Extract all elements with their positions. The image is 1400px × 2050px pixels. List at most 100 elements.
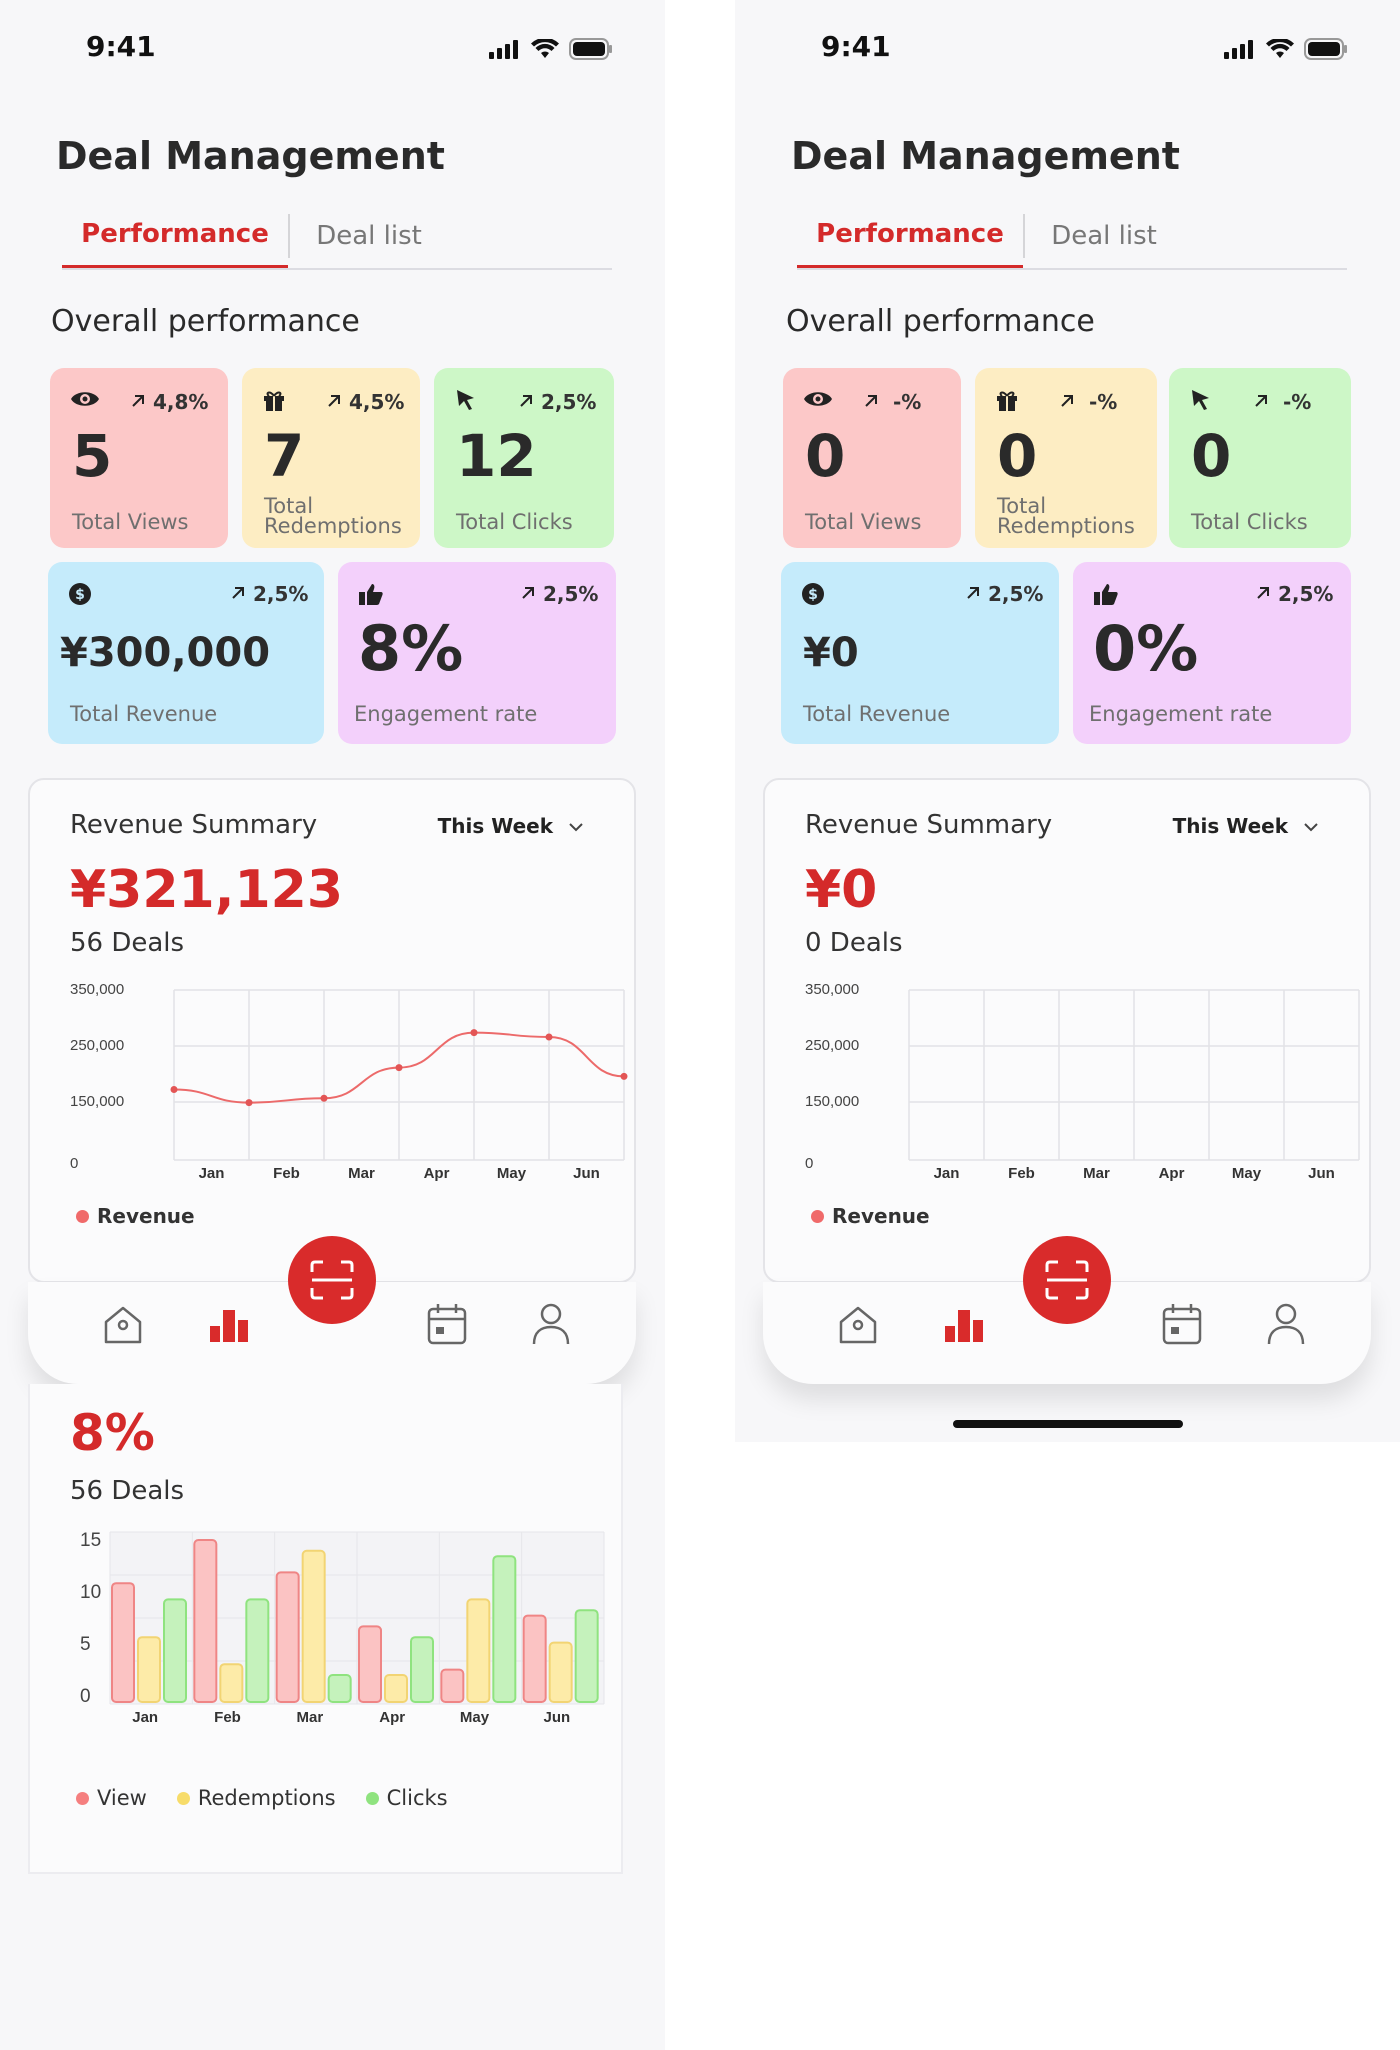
arrow-up-right-icon <box>522 587 534 599</box>
card-engagement-rate[interactable]: 2,5% 0% Engagement rate <box>1073 562 1351 744</box>
legend-dot-view <box>76 1791 89 1805</box>
revenue-summary-title: Revenue Summary <box>70 810 318 840</box>
x-tick-label: Apr <box>424 1165 450 1182</box>
period-label: This Week <box>437 814 554 838</box>
revenue-deals: 56 Deals <box>70 928 185 958</box>
views-value: 5 <box>72 422 113 490</box>
section-title: Overall performance <box>786 304 1095 339</box>
legend-label: Revenue <box>97 1204 195 1228</box>
card-total-clicks[interactable]: 2,5% 12 Total Clicks <box>434 368 614 548</box>
x-tick-label: Jun <box>1308 1165 1335 1182</box>
x-tick-label: May <box>1232 1165 1262 1182</box>
thumbs-up-icon <box>359 584 383 605</box>
tab-deal-list[interactable]: Deal list <box>1023 214 1183 258</box>
tab-deal-list[interactable]: Deal list <box>288 214 448 258</box>
redemptions-label: Total Redemptions <box>264 494 402 538</box>
thumbs-up-icon <box>1094 584 1118 605</box>
arrow-up-right-icon <box>132 395 144 407</box>
revenue-label: Total Revenue <box>70 702 218 726</box>
period-dropdown[interactable]: This Week <box>438 814 584 838</box>
scan-button[interactable] <box>1023 1236 1111 1324</box>
x-tick-label: Jan <box>199 1165 225 1182</box>
arrow-up-right-icon <box>328 395 340 407</box>
redemptions-bar <box>301 1549 326 1703</box>
status-bar: 9:41 <box>735 30 1400 70</box>
revenue-amount: ¥0 <box>805 860 878 920</box>
clicks-bar <box>574 1609 599 1703</box>
y-tick-label: 0 <box>80 1686 91 1707</box>
section-title: Overall performance <box>51 304 360 339</box>
chart-icon[interactable] <box>941 1300 989 1350</box>
battery-icon <box>569 38 612 60</box>
period-dropdown[interactable]: This Week <box>1173 814 1319 838</box>
redemptions-bar <box>466 1598 491 1703</box>
calendar-icon[interactable] <box>1159 1300 1205 1350</box>
clicks-label: Total Clicks <box>456 510 573 534</box>
card-engagement-rate[interactable]: 2,5% 8% Engagement rate <box>338 562 616 744</box>
engagement-section: 8% 56 Deals 15 10 5 0 Jan Feb Mar Apr May Jun Vie… <box>28 1384 623 1874</box>
tab-bar: Performance Deal list <box>797 212 1347 270</box>
card-total-revenue[interactable]: $ 2,5% ¥0 Total Revenue <box>781 562 1059 744</box>
phone-screen-1: 9:41 Deal Management Performance Deal li… <box>0 0 665 2050</box>
svg-text:$: $ <box>75 587 85 603</box>
status-time: 9:41 <box>821 30 891 63</box>
wifi-icon <box>1266 39 1294 58</box>
status-time: 9:41 <box>86 30 156 63</box>
revenue-summary-title: Revenue Summary <box>805 810 1053 840</box>
status-bar: 9:41 <box>0 30 665 70</box>
calendar-icon[interactable] <box>424 1300 470 1350</box>
clicks-pct: -% <box>1282 390 1312 414</box>
clicks-value: 0 <box>1191 422 1232 490</box>
arrow-up-right-icon <box>520 395 532 407</box>
revenue-point <box>170 1086 178 1093</box>
card-total-redemptions[interactable]: 4,5% 7 Total Redemptions <box>242 368 420 548</box>
scan-icon <box>1045 1260 1089 1300</box>
eye-icon <box>71 392 99 406</box>
card-total-revenue[interactable]: $ 2,5% ¥300,000 Total Revenue <box>48 562 324 744</box>
home-icon[interactable] <box>833 1300 883 1350</box>
arrow-up-right-icon <box>1255 395 1267 407</box>
gift-icon <box>264 391 284 411</box>
redemptions-bar <box>137 1636 161 1703</box>
y-tick-label: 150,000 <box>805 1093 859 1110</box>
card-total-views[interactable]: -% 0 Total Views <box>783 368 961 548</box>
home-icon[interactable] <box>98 1300 148 1350</box>
x-tick-label: Mar <box>296 1709 323 1726</box>
card-total-redemptions[interactable]: -% 0 Total Redemptions <box>975 368 1157 548</box>
tab-performance[interactable]: Performance <box>797 212 1023 268</box>
battery-icon <box>1304 38 1347 60</box>
engagement-bar-chart: 15 10 5 0 Jan Feb Mar Apr May Jun <box>80 1530 605 1726</box>
x-tick-label: Apr <box>379 1709 405 1726</box>
dollar-icon: $ <box>802 583 824 605</box>
card-total-clicks[interactable]: -% 0 Total Clicks <box>1169 368 1351 548</box>
redemptions-value: 0 <box>997 422 1038 490</box>
engagement-value: 0% <box>1093 612 1199 685</box>
view-bar <box>193 1539 218 1703</box>
view-bar <box>111 1582 135 1704</box>
redemptions-bar <box>384 1674 408 1703</box>
scan-button[interactable] <box>288 1236 376 1324</box>
wifi-icon <box>531 39 559 58</box>
clicks-bar <box>492 1555 517 1704</box>
cursor-icon <box>1192 390 1209 410</box>
x-tick-label: May <box>497 1165 527 1182</box>
tab-performance[interactable]: Performance <box>62 212 288 268</box>
signal-icon <box>1224 40 1253 59</box>
redemptions-label: Total Redemptions <box>997 494 1135 538</box>
y-tick-label: 250,000 <box>70 1037 124 1054</box>
profile-icon[interactable] <box>1263 1300 1309 1350</box>
clicks-bar <box>163 1598 187 1703</box>
revenue-line-chart: 350,000 250,000 150,000 0 Jan Feb Mar Apr May Jun <box>70 981 628 1182</box>
chart-icon[interactable] <box>206 1300 254 1350</box>
revenue-pct: 2,5% <box>252 582 309 606</box>
profile-icon[interactable] <box>528 1300 574 1350</box>
view-bar <box>522 1614 547 1703</box>
engagement-pct: 2,5% <box>542 582 599 606</box>
legend-dot <box>76 1209 89 1223</box>
x-tick-label: Jan <box>132 1709 158 1726</box>
engagement-value: 8% <box>358 612 464 685</box>
card-total-views[interactable]: 4,8% 5 Total Views <box>50 368 228 548</box>
arrow-up-right-icon <box>232 587 244 599</box>
revenue-point <box>545 1033 553 1041</box>
y-tick-label: 0 <box>805 1155 813 1172</box>
